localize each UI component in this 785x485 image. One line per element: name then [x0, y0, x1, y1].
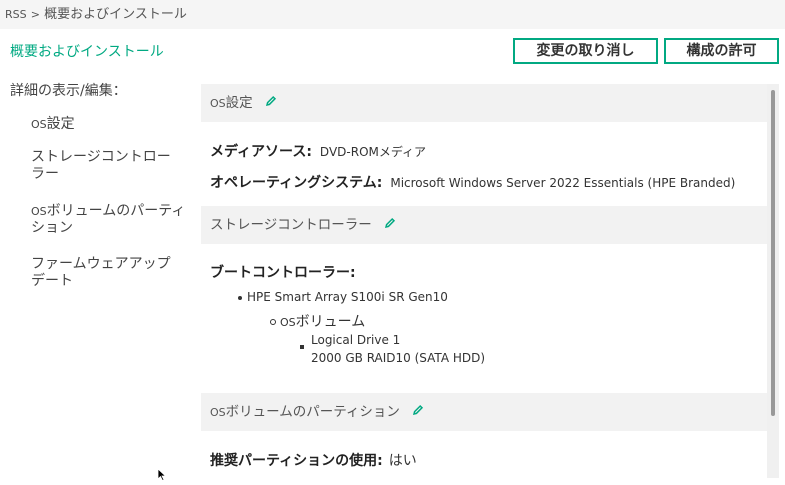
volume-label: ボリューム [295, 314, 366, 330]
media-source-value: DVD-ROMメディア [319, 145, 427, 159]
section-header-storage-controller: ストレージコントローラー [201, 206, 767, 244]
sidebar-heading: 詳細の表示/編集： [10, 83, 127, 99]
operating-system-field: オペレーティングシステム: Microsoft Windows Server 20… [210, 172, 735, 192]
controller-list-item: HPE Smart Array S100i SR Gen10 [238, 290, 448, 304]
recommended-partition-value: はい [388, 453, 417, 469]
commit-configuration-button[interactable]: 構成の許可 [664, 38, 779, 64]
pencil-icon[interactable] [412, 393, 424, 431]
media-source-label: メディアソース: [210, 144, 312, 160]
sidebar-item-os-settings[interactable]: OS設定 [31, 116, 191, 133]
discard-changes-button[interactable]: 変更の取り消し [513, 38, 658, 64]
breadcrumb-current: 概要およびインストール [44, 7, 187, 22]
recommended-partition-label: 推奨パーティションの使用: [210, 453, 383, 469]
pencil-icon[interactable] [384, 206, 396, 244]
sidebar-item-label: 設定 [46, 116, 75, 132]
boot-controller-field: ブートコントローラー: [210, 262, 356, 282]
section-header-os-volume-partition: OSボリュームのパーティション [201, 393, 767, 431]
media-source-field: メディアソース: DVD-ROMメディア [210, 141, 426, 161]
bullet-square-icon [300, 345, 304, 349]
breadcrumb-root[interactable]: RSS [5, 8, 27, 21]
pencil-icon[interactable] [265, 84, 277, 122]
sidebar-item-storage-controller[interactable]: ストレージコントローラー [31, 149, 176, 183]
bullet-circle-icon [270, 319, 276, 325]
section-title: ストレージコントローラー [210, 217, 372, 233]
page-title: 概要およびインストール [10, 44, 164, 60]
operating-system-label: オペレーティングシステム: [210, 175, 383, 191]
volume-list-item: OSボリューム [270, 311, 365, 331]
sidebar-item-prefix: OS [31, 205, 47, 218]
boot-controller-label: ブートコントローラー: [210, 265, 356, 281]
section-title-prefix: OS [210, 97, 226, 110]
sidebar-item-firmware-update[interactable]: ファームウェアアップデート [31, 256, 176, 290]
drive-name: Logical Drive 1 [311, 333, 401, 347]
controller-name: HPE Smart Array S100i SR Gen10 [247, 290, 448, 304]
sidebar-item-prefix: OS [31, 118, 47, 131]
drive-list-item: Logical Drive 1 2000 GB RAID10 (SATA HDD… [300, 331, 485, 367]
sidebar-item-label: ファームウェアアップデート [31, 256, 171, 289]
recommended-partition-field: 推奨パーティションの使用: はい [210, 450, 417, 470]
section-title: ボリュームのパーティション [225, 404, 400, 420]
drive-detail: 2000 GB RAID10 (SATA HDD) [311, 351, 486, 365]
bullet-disc-icon [238, 295, 242, 300]
section-header-os-settings: OS設定 [201, 84, 767, 122]
sidebar-item-label: ボリュームのパーティション [31, 203, 186, 236]
scrollbar-thumb[interactable] [771, 90, 775, 416]
sidebar-item-label: ストレージコントローラー [31, 149, 171, 182]
breadcrumb-separator: > [30, 8, 40, 21]
operating-system-value: Microsoft Windows Server 2022 Essentials… [390, 176, 736, 190]
breadcrumb: RSS > 概要およびインストール [5, 0, 187, 29]
breadcrumb-bar: RSS > 概要およびインストール [0, 0, 785, 29]
sidebar-item-os-volume-partition[interactable]: OSボリュームのパーティション [31, 203, 191, 237]
volume-prefix: OS [280, 316, 296, 329]
section-title-prefix: OS [210, 406, 226, 419]
mouse-pointer-icon [157, 466, 167, 485]
section-title: 設定 [225, 95, 253, 111]
